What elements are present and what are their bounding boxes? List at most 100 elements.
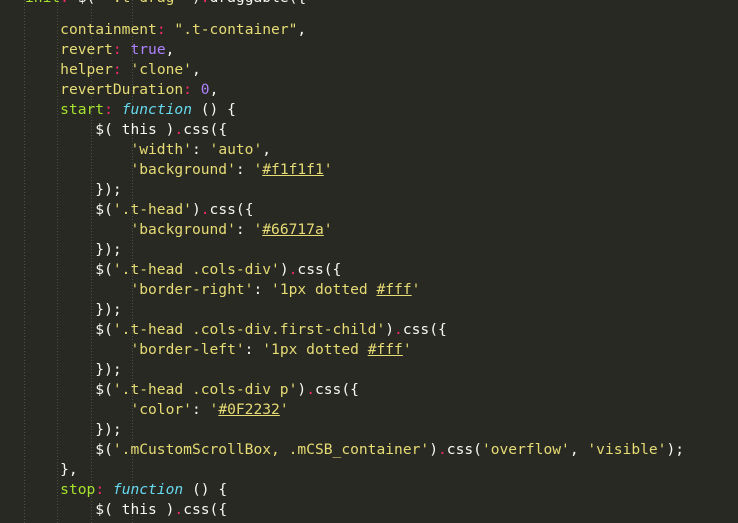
code-token: helper xyxy=(60,61,113,78)
code-token: function xyxy=(112,481,184,498)
code-token: 'border-right' xyxy=(130,281,254,298)
code-line[interactable]: stop: function () { xyxy=(0,480,684,500)
code-line[interactable]: helper: 'clone', xyxy=(0,60,684,80)
code-editor[interactable]: init: $( '.t-drag' ).draggable({ contain… xyxy=(0,0,738,523)
code-token: $( xyxy=(25,121,122,138)
code-token: css({ xyxy=(402,321,447,338)
code-token: : xyxy=(112,41,122,58)
code-line[interactable]: $( this ).css({ xyxy=(0,500,684,520)
code-token: $( xyxy=(25,501,122,518)
code-token: 'background' xyxy=(130,161,236,178)
code-token: 'visible' xyxy=(587,441,667,458)
code-token: . xyxy=(201,0,210,6)
code-token: }); xyxy=(25,421,122,438)
code-token: () { xyxy=(183,481,228,498)
code-token: $( xyxy=(25,261,113,278)
code-token: : xyxy=(253,281,272,298)
code-token: revertDuration xyxy=(60,81,184,98)
code-token: draggable({ xyxy=(210,0,307,6)
code-token: () { xyxy=(191,101,236,118)
code-line[interactable]: 'background': '#f1f1f1' xyxy=(0,160,684,180)
code-token: ' xyxy=(323,161,333,178)
code-token: this xyxy=(121,121,157,138)
code-line[interactable]: }); xyxy=(0,240,684,260)
code-line[interactable]: }); xyxy=(0,300,684,320)
code-token: : xyxy=(244,341,263,358)
code-token: ".t-container" xyxy=(174,21,298,38)
code-line[interactable]: }, xyxy=(0,460,684,480)
code-line[interactable]: start: function () { xyxy=(0,100,684,120)
code-token: ' xyxy=(323,221,333,238)
code-line[interactable]: $('.t-head .cols-div.first-child').css({ xyxy=(0,320,684,340)
code-token: , xyxy=(297,21,307,38)
code-line[interactable]: $('.mCustomScrollBox, .mCSB_container').… xyxy=(0,440,684,460)
code-line[interactable]: revert: true, xyxy=(0,40,684,60)
code-line[interactable]: $('.t-head .cols-div p').css({ xyxy=(0,380,684,400)
code-line[interactable]: $('.t-head .cols-div').css({ xyxy=(0,260,684,280)
code-token: css({ xyxy=(183,501,228,518)
code-line[interactable]: 'background': '#66717a' xyxy=(0,220,684,240)
code-token: ' xyxy=(402,341,412,358)
code-token: '.t-head' xyxy=(112,201,192,218)
code-line[interactable]: }); xyxy=(0,420,684,440)
code-token: ' xyxy=(411,281,421,298)
code-token: }); xyxy=(25,361,122,378)
code-token: . xyxy=(174,121,184,138)
code-token: css({ xyxy=(314,381,359,398)
code-line[interactable]: 'width': 'auto', xyxy=(0,140,684,160)
code-token: 'overflow' xyxy=(481,441,570,458)
code-token: , xyxy=(165,41,175,58)
code-token: ) xyxy=(156,501,175,518)
code-token: , xyxy=(209,81,219,98)
code-token: : xyxy=(60,0,69,6)
code-token: css( xyxy=(446,441,482,458)
code-line[interactable]: }); xyxy=(0,360,684,380)
code-line[interactable]: 'border-left': '1px dotted #fff' xyxy=(0,340,684,360)
code-token: this xyxy=(121,501,157,518)
code-line[interactable]: $( this ).css({ xyxy=(0,120,684,140)
code-token: }); xyxy=(25,181,122,198)
code-token: '.t-drag' xyxy=(104,0,183,6)
code-line[interactable]: 'color': '#0F2232' xyxy=(0,400,684,420)
code-token: . xyxy=(306,381,315,398)
code-token: ) xyxy=(297,381,307,398)
code-token: revert xyxy=(60,41,113,58)
code-token: 'auto' xyxy=(209,141,263,158)
code-token: '.t-head .cols-div' xyxy=(112,261,280,278)
code-token: : xyxy=(191,141,210,158)
code-token: : xyxy=(156,21,166,38)
code-token: $( xyxy=(25,201,113,218)
code-token: 'width' xyxy=(130,141,192,158)
code-line[interactable]: }); xyxy=(0,180,684,200)
code-token: , xyxy=(191,61,201,78)
code-line[interactable]: containment: ".t-container", xyxy=(0,20,684,40)
code-token: #f1f1f1 xyxy=(262,161,324,178)
code-line[interactable]: 'border-right': '1px dotted #fff' xyxy=(0,280,684,300)
code-token: 'clone' xyxy=(130,61,192,78)
code-token: '.t-head .cols-div.first-child' xyxy=(112,321,386,338)
code-token: : xyxy=(235,161,254,178)
code-token: ) xyxy=(156,121,175,138)
code-token: ) xyxy=(183,0,201,6)
code-token: '1px dotted xyxy=(271,281,377,298)
code-token: $( xyxy=(25,441,113,458)
code-line[interactable]: revertDuration: 0, xyxy=(0,80,684,100)
code-line[interactable]: init: $( '.t-drag' ).draggable({ xyxy=(0,0,684,8)
code-token: , xyxy=(569,441,588,458)
code-content[interactable]: init: $( '.t-drag' ).draggable({ contain… xyxy=(0,0,684,523)
code-token: #fff xyxy=(376,281,412,298)
code-token: : xyxy=(104,101,113,118)
code-line[interactable]: $('.t-head').css({ xyxy=(0,200,684,220)
code-token: #0F2232 xyxy=(218,401,280,418)
code-token: 0 xyxy=(200,81,210,98)
code-token: css({ xyxy=(209,201,254,218)
code-token: function xyxy=(121,101,192,118)
